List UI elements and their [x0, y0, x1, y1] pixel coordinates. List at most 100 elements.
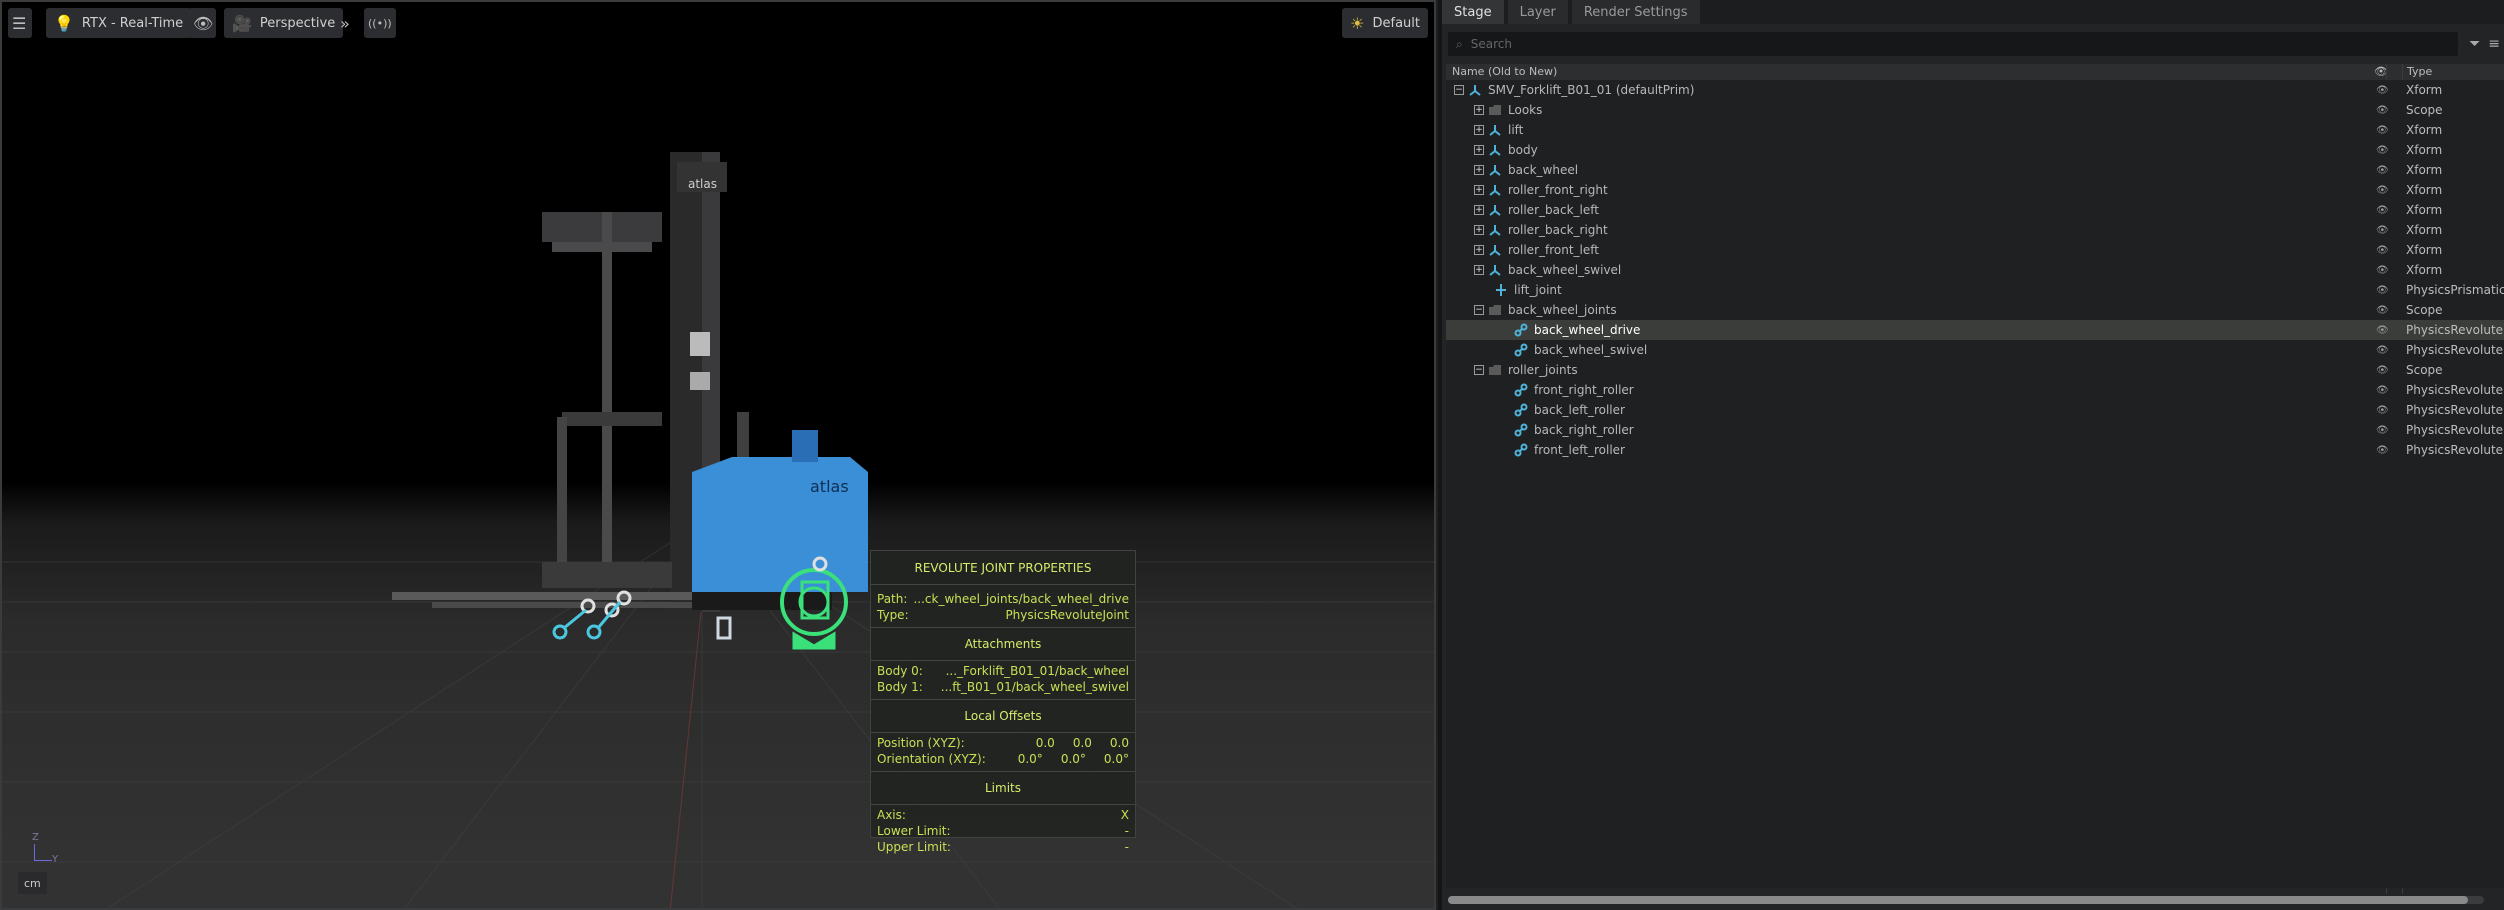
tree-row[interactable]: − SMV_Forklift_B01_01 (defaultPrim) 👁 Xform: [1446, 80, 2504, 100]
visibility-eye-icon[interactable]: 👁: [2376, 405, 2389, 416]
visibility-eye-icon[interactable]: 👁: [2376, 145, 2389, 156]
tree-row[interactable]: front_left_roller 👁 PhysicsRevolute: [1446, 440, 2504, 460]
tree-row-label: roller_back_right: [1508, 223, 1608, 237]
tree-row[interactable]: − back_wheel_joints 👁 Scope: [1446, 300, 2504, 320]
tree-row-type: PhysicsRevolute: [2406, 443, 2504, 457]
stage-tree: − SMV_Forklift_B01_01 (defaultPrim) 👁 Xform…: [1446, 80, 2504, 888]
tree-row[interactable]: + Looks 👁 Scope: [1446, 100, 2504, 120]
broadcast-button[interactable]: ((•)): [364, 8, 396, 38]
eye-icon: 👁: [193, 13, 214, 33]
column-type-header[interactable]: Type: [2407, 65, 2432, 78]
expand-icon[interactable]: +: [1474, 165, 1484, 175]
tree-row-type: PhysicsPrismatic: [2406, 283, 2504, 297]
visibility-eye-icon[interactable]: 👁: [2376, 365, 2389, 376]
expand-icon[interactable]: +: [1474, 125, 1484, 135]
upper-limit-value: -: [1124, 840, 1129, 854]
visibility-eye-icon[interactable]: 👁: [2376, 225, 2389, 236]
tree-row[interactable]: back_right_roller 👁 PhysicsRevolute: [1446, 420, 2504, 440]
visibility-eye-icon[interactable]: 👁: [2376, 185, 2389, 196]
tab-render-settings[interactable]: Render Settings: [1571, 0, 1700, 24]
body0-value: ..._Forklift_B01_01/back_wheel: [945, 664, 1129, 678]
xform-prim-icon: [1488, 143, 1502, 157]
tree-row[interactable]: lift_joint 👁 PhysicsPrismatic: [1446, 280, 2504, 300]
folder-prim-icon: [1488, 103, 1502, 117]
renderer-label: RTX - Real-Time: [81, 15, 184, 31]
tree-row[interactable]: back_wheel_swivel 👁 PhysicsRevolute: [1446, 340, 2504, 360]
visibility-eye-icon[interactable]: 👁: [2376, 345, 2389, 356]
viewport-settings-button[interactable]: ☰: [8, 8, 32, 38]
xform-prim-icon: [1488, 243, 1502, 257]
tree-row[interactable]: + lift 👁 Xform: [1446, 120, 2504, 140]
tree-row[interactable]: + roller_front_left 👁 Xform: [1446, 240, 2504, 260]
visibility-eye-icon[interactable]: 👁: [2376, 265, 2389, 276]
visibility-eye-icon[interactable]: 👁: [2376, 105, 2389, 116]
visibility-eye-icon[interactable]: 👁: [2376, 85, 2389, 96]
xform-prim-icon: [1488, 163, 1502, 177]
tree-row-label: front_right_roller: [1534, 383, 1634, 397]
expand-icon[interactable]: +: [1474, 185, 1484, 195]
tree-row-type: Scope: [2406, 103, 2443, 117]
visibility-eye-icon[interactable]: 👁: [2376, 245, 2389, 256]
visibility-eye-icon[interactable]: 👁: [2376, 385, 2389, 396]
expand-icon[interactable]: +: [1474, 145, 1484, 155]
tree-row[interactable]: + roller_front_right 👁 Xform: [1446, 180, 2504, 200]
collapse-icon[interactable]: −: [1474, 365, 1484, 375]
tree-row-type: PhysicsRevolute: [2406, 423, 2504, 437]
horizontal-scrollbar[interactable]: [1448, 896, 2484, 904]
visibility-eye-icon[interactable]: 👁: [2376, 125, 2389, 136]
tree-row[interactable]: back_left_roller 👁 PhysicsRevolute: [1446, 400, 2504, 420]
tree-row[interactable]: back_wheel_drive 👁 PhysicsRevolute: [1446, 320, 2504, 340]
tab-layer[interactable]: Layer: [1507, 0, 1568, 24]
panel-tabs: Stage Layer Render Settings: [1442, 0, 2504, 24]
visibility-eye-icon[interactable]: 👁: [2376, 285, 2389, 296]
tree-row[interactable]: − roller_joints 👁 Scope: [1446, 360, 2504, 380]
tree-row-label: back_wheel_drive: [1534, 323, 1641, 337]
visibility-button[interactable]: 👁: [188, 8, 216, 38]
lighting-button[interactable]: ☀ Default: [1342, 8, 1428, 38]
search-input[interactable]: ⌕ Search: [1448, 32, 2458, 56]
filter-icon[interactable]: ⏷: [2469, 36, 2480, 52]
collapse-icon[interactable]: −: [1474, 305, 1484, 315]
visibility-eye-icon[interactable]: 👁: [2376, 445, 2389, 456]
xform-prim-icon: [1468, 83, 1482, 97]
broadcast-icon: ((•)): [368, 16, 392, 30]
expand-icon[interactable]: +: [1474, 265, 1484, 275]
chevron-right-icon: »: [340, 13, 350, 33]
column-name-header[interactable]: Name (Old to New): [1452, 65, 1557, 78]
menu-icon[interactable]: ≡: [2488, 36, 2500, 52]
tree-row-label: back_wheel_swivel: [1508, 263, 1622, 277]
joint-properties-panel: REVOLUTE JOINT PROPERTIES Path: ...ck_whe…: [870, 550, 1136, 854]
viewport[interactable]: atlas atlas ☰ 💡 RTX - Real-Time 👁 🎥 Pers…: [0, 0, 1436, 910]
visibility-eye-icon[interactable]: 👁: [2376, 165, 2389, 176]
visibility-eye-icon[interactable]: 👁: [2376, 425, 2389, 436]
tab-stage[interactable]: Stage: [1442, 0, 1504, 24]
tree-row[interactable]: + roller_back_left 👁 Xform: [1446, 200, 2504, 220]
tree-row-type: Xform: [2406, 183, 2443, 197]
tree-row[interactable]: + roller_back_right 👁 Xform: [1446, 220, 2504, 240]
xform-prim-icon: [1488, 123, 1502, 137]
renderer-button[interactable]: 💡 RTX - Real-Time: [46, 8, 192, 38]
tree-row-type: Xform: [2406, 263, 2443, 277]
visibility-eye-icon[interactable]: 👁: [2376, 305, 2389, 316]
tree-row-type: PhysicsRevolute: [2406, 343, 2504, 357]
expand-icon[interactable]: +: [1474, 205, 1484, 215]
axis-value: X: [1120, 808, 1129, 822]
expand-icon[interactable]: +: [1474, 245, 1484, 255]
camera-button[interactable]: 🎥 Perspective: [224, 8, 344, 38]
expand-icon[interactable]: +: [1474, 105, 1484, 115]
tree-row[interactable]: + body 👁 Xform: [1446, 140, 2504, 160]
collapse-icon[interactable]: −: [1454, 85, 1464, 95]
tree-row-label: front_left_roller: [1534, 443, 1625, 457]
forklift-logo: atlas: [810, 477, 849, 496]
xform-prim-icon: [1488, 183, 1502, 197]
tree-row[interactable]: front_right_roller 👁 PhysicsRevolute: [1446, 380, 2504, 400]
tree-row[interactable]: + back_wheel 👁 Xform: [1446, 160, 2504, 180]
tree-row[interactable]: + back_wheel_swivel 👁 Xform: [1446, 260, 2504, 280]
visibility-eye-icon[interactable]: 👁: [2376, 325, 2389, 336]
tree-row-label: SMV_Forklift_B01_01 (defaultPrim): [1488, 83, 1695, 97]
expand-icon[interactable]: +: [1474, 225, 1484, 235]
stage-panel: Stage Layer Render Settings ⌕ Search ⏷ ≡…: [1438, 0, 2504, 910]
visibility-eye-icon[interactable]: 👁: [2376, 205, 2389, 216]
viewport-scene: atlas atlas: [2, 152, 1434, 908]
camera-label: Perspective: [259, 15, 336, 31]
